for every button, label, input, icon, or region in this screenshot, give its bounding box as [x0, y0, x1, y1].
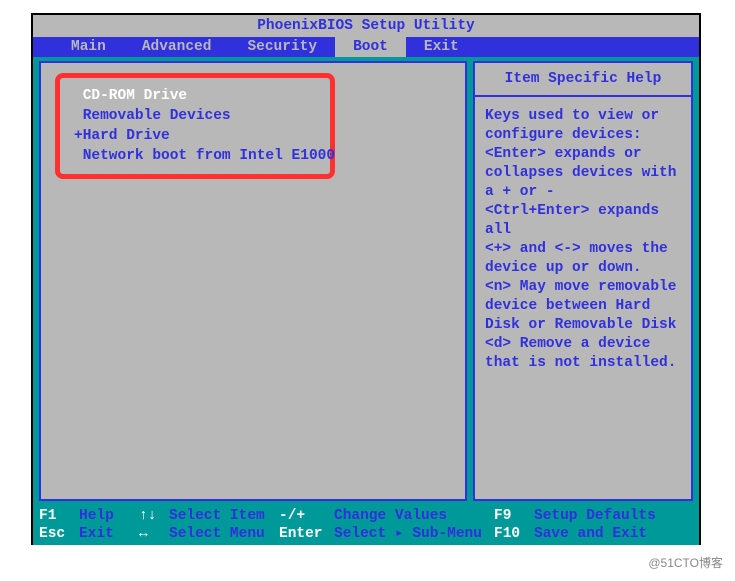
- help-body: Keys used to view or configure devices: …: [475, 97, 691, 383]
- label-exit: Exit: [79, 525, 139, 543]
- boot-item-removable[interactable]: Removable Devices: [74, 106, 316, 126]
- key-enter: Enter: [279, 525, 334, 543]
- help-title: Item Specific Help: [475, 63, 691, 97]
- label-select-submenu: Select ▸ Sub-Menu: [334, 525, 494, 543]
- label-select-item: Select Item: [169, 507, 279, 525]
- label-setup-defaults: Setup Defaults: [534, 507, 656, 525]
- key-updown: ↑↓: [139, 507, 169, 525]
- title-text: PhoenixBIOS Setup Utility: [257, 18, 475, 34]
- watermark: @51CTO博客: [648, 554, 723, 571]
- tab-boot[interactable]: Boot: [335, 37, 406, 57]
- label-save-exit: Save and Exit: [534, 525, 647, 543]
- bios-window: PhoenixBIOS Setup Utility Main Advanced …: [31, 13, 701, 545]
- tab-advanced[interactable]: Advanced: [124, 37, 230, 57]
- help-panel: Item Specific Help Keys used to view or …: [473, 61, 693, 501]
- boot-order-list: CD-ROM Drive Removable Devices +Hard Dri…: [55, 73, 335, 179]
- key-leftright: ↔: [139, 525, 169, 543]
- footer-row-2: Esc Exit ↔ Select Menu Enter Select ▸ Su…: [39, 525, 693, 543]
- boot-panel: CD-ROM Drive Removable Devices +Hard Dri…: [39, 61, 467, 501]
- label-change-values: Change Values: [334, 507, 494, 525]
- label-help: Help: [79, 507, 139, 525]
- boot-item-network[interactable]: Network boot from Intel E1000: [74, 146, 316, 166]
- key-f9: F9: [494, 507, 534, 525]
- footer-row-1: F1 Help ↑↓ Select Item -/+ Change Values…: [39, 507, 693, 525]
- menu-bar: Main Advanced Security Boot Exit: [33, 37, 699, 57]
- key-f10: F10: [494, 525, 534, 543]
- label-select-menu: Select Menu: [169, 525, 279, 543]
- boot-item-harddrive[interactable]: +Hard Drive: [74, 126, 316, 146]
- footer-bar: F1 Help ↑↓ Select Item -/+ Change Values…: [33, 505, 699, 545]
- tab-security[interactable]: Security: [229, 37, 335, 57]
- key-plusminus: -/+: [279, 507, 334, 525]
- tab-main[interactable]: Main: [53, 37, 124, 57]
- title-bar: PhoenixBIOS Setup Utility: [33, 15, 699, 37]
- content-area: CD-ROM Drive Removable Devices +Hard Dri…: [33, 57, 699, 505]
- key-esc: Esc: [39, 525, 79, 543]
- boot-item-cdrom[interactable]: CD-ROM Drive: [74, 86, 316, 106]
- tab-exit[interactable]: Exit: [406, 37, 477, 57]
- key-f1: F1: [39, 507, 79, 525]
